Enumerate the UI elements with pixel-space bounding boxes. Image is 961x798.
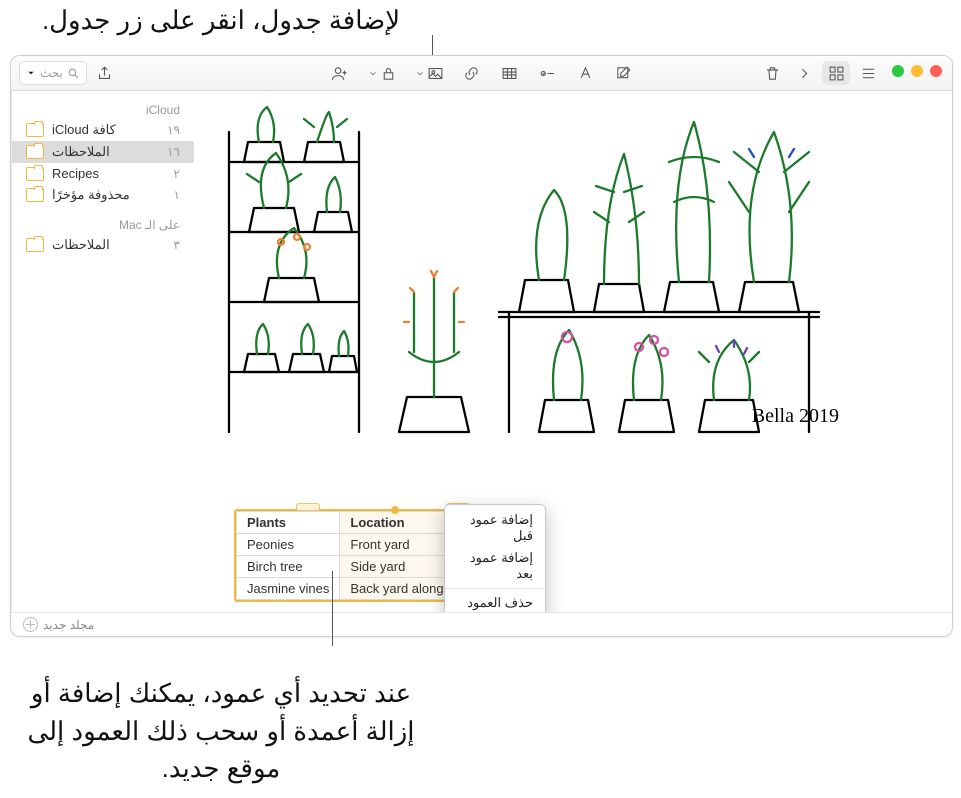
menu-add-column-after[interactable]: إضافة عمود بعد [445, 547, 545, 585]
right-toolbar-group: بحث [19, 56, 119, 90]
checklist-button[interactable] [534, 61, 562, 85]
folder-count: ١٦ [159, 145, 180, 159]
menu-separator [445, 588, 545, 589]
column-context-menu: إضافة عمود قبل إضافة عمود بعد حذف العمود [444, 504, 546, 613]
menu-delete-column[interactable]: حذف العمود [445, 592, 545, 613]
folder-icon [26, 167, 44, 181]
folder-icon [26, 123, 44, 137]
new-folder-label: مجلد جديد [43, 618, 94, 632]
chevron-down-icon [368, 65, 378, 82]
table-header-cell[interactable]: Plants [237, 512, 340, 534]
sidebar-item-notes-mac[interactable]: ٣ الملاحظات [12, 234, 194, 256]
media-button[interactable] [411, 61, 448, 85]
callout-top: لإضافة جدول، انقر على زر جدول. [11, 2, 431, 40]
search-placeholder: بحث [40, 66, 63, 80]
note-content-area[interactable]: Bella 2019 Plants Location [194, 91, 952, 613]
sidebar-item-recipes[interactable]: ٢ Recipes [12, 163, 194, 184]
checklist-icon [539, 65, 556, 82]
sidebar-section-icloud: iCloud [12, 99, 194, 119]
table-button[interactable] [496, 61, 524, 85]
link-button[interactable] [458, 61, 486, 85]
folder-label: محذوفة مؤخرًا [52, 187, 130, 203]
table-cell[interactable]: Birch tree [237, 556, 340, 578]
share-button[interactable] [91, 61, 119, 85]
sidebar-item-all-icloud[interactable]: ١٩ كافة iCloud [12, 119, 194, 141]
sidebar-item-notes[interactable]: ١٦ الملاحظات [12, 141, 194, 163]
chevron-down-icon [415, 65, 425, 82]
lock-icon [380, 65, 397, 82]
folders-sidebar: iCloud ١٩ كافة iCloud ١٦ الملاحظات ٢ Rec… [11, 91, 194, 613]
link-icon [463, 65, 480, 82]
notes-window: بحث iCloud ١٩ كافة iCloud ١٦ الملاحظات [10, 55, 953, 637]
photo-icon [427, 65, 444, 82]
share-icon [96, 65, 113, 82]
folder-count: ٣ [166, 238, 180, 252]
search-field[interactable]: بحث [19, 61, 87, 85]
lock-button[interactable] [364, 61, 401, 85]
folder-count: ١٩ [159, 123, 180, 137]
folder-icon [26, 238, 44, 252]
text-format-icon [577, 65, 594, 82]
search-icon [67, 67, 80, 80]
folder-label: Recipes [52, 166, 99, 181]
table-cell[interactable]: Peonies [237, 534, 340, 556]
person-add-icon [331, 65, 348, 82]
titlebar: بحث [11, 56, 952, 91]
format-button[interactable] [572, 61, 600, 85]
column-drag-dot[interactable] [391, 506, 399, 514]
format-toolbar [11, 56, 952, 90]
callout-leader-bottom [332, 571, 333, 646]
folder-count: ١ [166, 188, 180, 202]
folder-label: الملاحظات [52, 237, 110, 253]
folder-icon [26, 145, 44, 159]
sidebar-item-recently-deleted[interactable]: ١ محذوفة مؤخرًا [12, 184, 194, 206]
folder-label: الملاحظات [52, 144, 110, 160]
collaborate-button[interactable] [326, 61, 354, 85]
folder-count: ٢ [166, 167, 180, 181]
window-footer: مجلد جديد [11, 612, 952, 636]
table-cell[interactable]: Jasmine vines [237, 578, 340, 600]
folder-icon [26, 188, 44, 202]
folder-label: كافة iCloud [52, 122, 116, 138]
note-drawing: Bella 2019 [208, 101, 930, 453]
callout-bottom: عند تحديد أي عمود، يمكنك إضافة أو إزالة … [11, 675, 431, 788]
plus-circle-icon[interactable] [23, 617, 38, 632]
chevron-down-icon [26, 68, 36, 78]
sidebar-section-mac: على الـ Mac [12, 214, 194, 234]
menu-add-column-before[interactable]: إضافة عمود قبل [445, 509, 545, 547]
drawing-signature: Bella 2019 [752, 405, 839, 427]
table-icon [501, 65, 518, 82]
column-handle[interactable] [296, 503, 320, 511]
compose-icon [615, 65, 632, 82]
new-note-button[interactable] [610, 61, 638, 85]
